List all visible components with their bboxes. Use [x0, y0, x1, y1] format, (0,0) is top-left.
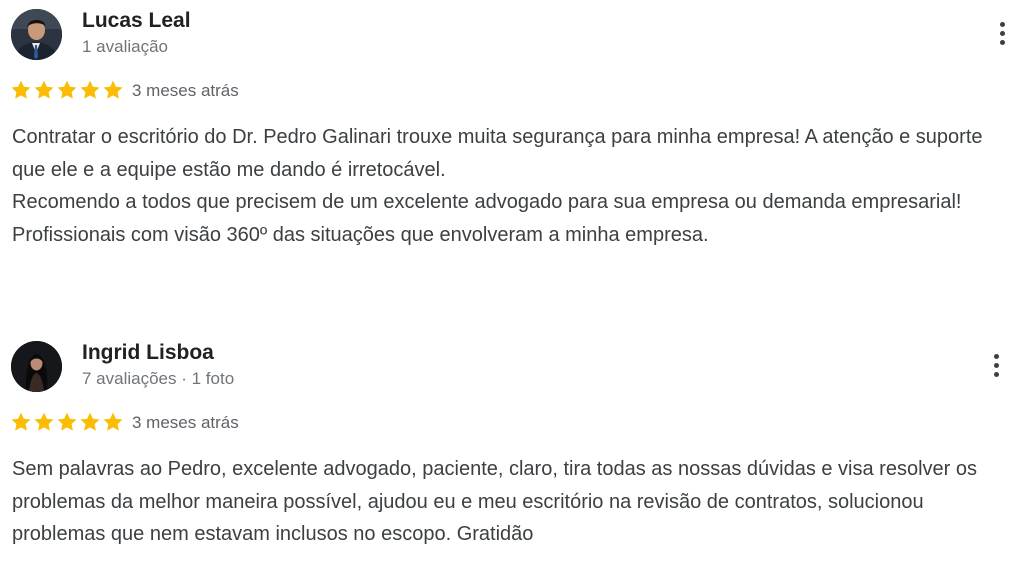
- review-text-line: Sem palavras ao Pedro, excelente advogad…: [12, 458, 977, 545]
- star-icon: [80, 412, 100, 431]
- star-icon: [103, 80, 123, 99]
- more-vert-icon: [994, 354, 999, 359]
- author-review-count[interactable]: 7 avaliações · 1 foto: [82, 369, 234, 389]
- author-name[interactable]: Ingrid Lisboa: [82, 341, 214, 365]
- author-name[interactable]: Lucas Leal: [82, 9, 191, 33]
- star-rating: [10, 411, 124, 433]
- star-icon: [57, 80, 77, 99]
- review-text-line: Profissionais com visão 360º das situaçõ…: [12, 223, 709, 246]
- star-icon: [103, 412, 123, 431]
- review-time: 3 meses atrás: [132, 81, 239, 100]
- avatar[interactable]: [11, 341, 62, 392]
- star-rating: [10, 79, 124, 101]
- star-icon: [57, 412, 77, 431]
- review-text-line: Contratar o escritório do Dr. Pedro Gali…: [12, 126, 983, 181]
- review-text: Sem palavras ao Pedro, excelente advogad…: [12, 453, 1017, 551]
- star-icon: [11, 412, 31, 431]
- star-icon: [11, 80, 31, 99]
- avatar[interactable]: [11, 9, 62, 60]
- star-icon: [34, 80, 54, 99]
- star-icon: [80, 80, 100, 99]
- avatar-image: [11, 9, 62, 60]
- author-review-count[interactable]: 1 avaliação: [82, 37, 168, 57]
- more-options-button[interactable]: [985, 350, 1009, 382]
- more-vert-icon: [1000, 22, 1005, 27]
- review-time: 3 meses atrás: [132, 413, 239, 432]
- star-icon: [34, 412, 54, 431]
- review-text-line: Recomendo a todos que precisem de um exc…: [12, 191, 962, 213]
- review-text: Contratar o escritório do Dr. Pedro Gali…: [12, 121, 1017, 251]
- more-options-button[interactable]: [991, 18, 1015, 50]
- avatar-image: [11, 341, 62, 392]
